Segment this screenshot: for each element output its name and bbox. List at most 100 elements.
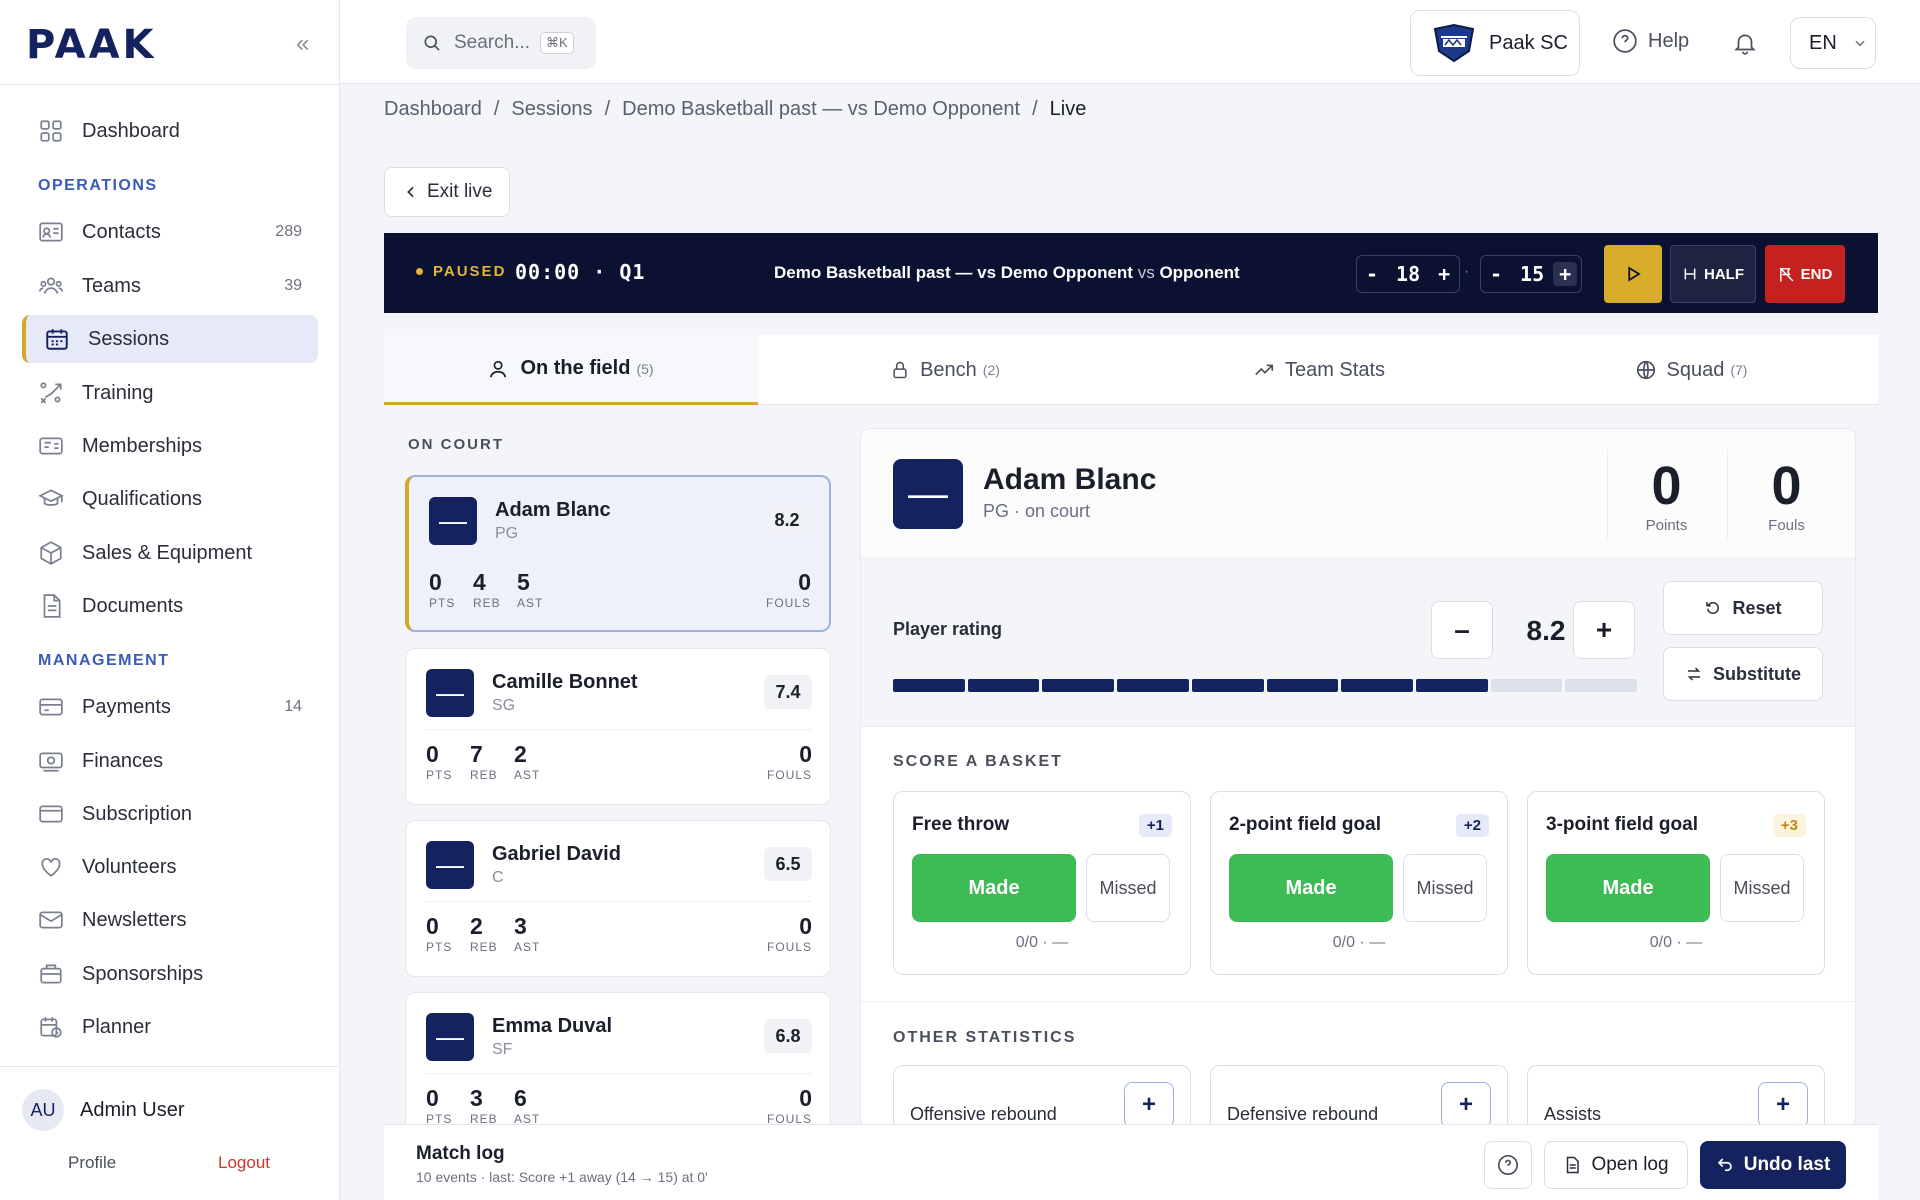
- made-button[interactable]: Made: [912, 854, 1076, 922]
- help-button[interactable]: Help: [1612, 28, 1689, 54]
- increment-button[interactable]: +: [1441, 1082, 1491, 1127]
- sidebar-item-teams[interactable]: Teams 39: [22, 262, 318, 310]
- play-button[interactable]: [1604, 245, 1662, 303]
- sidebar-item-documents[interactable]: Documents: [22, 582, 318, 630]
- shot-title: Free throw: [912, 814, 1010, 835]
- section-management: MANAGEMENT: [38, 652, 170, 669]
- sidebar-item-sponsorships[interactable]: Sponsorships: [22, 950, 318, 998]
- stat-value: 3: [514, 913, 527, 939]
- player-card[interactable]: — Gabriel David C 6.5 0 PTS 2 REB 3 AST 0 FO…: [405, 820, 831, 977]
- sidebar-item-subscription[interactable]: Subscription: [22, 790, 318, 838]
- sidebar-item-contacts[interactable]: Contacts 289: [22, 208, 318, 256]
- rating-decrease-button[interactable]: –: [1431, 601, 1493, 659]
- away-score-minus-button[interactable]: -: [1481, 262, 1511, 286]
- substitute-button[interactable]: Substitute: [1663, 647, 1823, 701]
- vs-label: vs: [1137, 263, 1155, 282]
- strategy-icon: [40, 382, 62, 404]
- sidebar-item-dashboard[interactable]: Dashboard: [22, 107, 318, 155]
- home-score-minus-button[interactable]: -: [1357, 262, 1387, 286]
- missed-button[interactable]: Missed: [1403, 854, 1487, 922]
- shot-card-2pt: 2-point field goal +2 Made Missed 0/0 · …: [1210, 791, 1508, 975]
- shot-percentage: 0/0 · —: [1649, 934, 1703, 951]
- undo-last-button[interactable]: Undo last: [1700, 1141, 1846, 1189]
- club-switcher[interactable]: Paak SC: [1410, 10, 1580, 76]
- rating-increase-button[interactable]: +: [1573, 601, 1635, 659]
- player-card[interactable]: — Camille Bonnet SG 7.4 0 PTS 7 REB 2 AST 0…: [405, 648, 831, 805]
- player-card[interactable]: — Adam Blanc PG 8.2 0 PTS 4 REB 5 AST 0 FOUL…: [405, 475, 831, 632]
- stat-label: AST: [514, 940, 541, 954]
- stat-label: PTS: [426, 940, 453, 954]
- sidebar-item-label: Subscription: [82, 802, 193, 825]
- split-icon: [1684, 268, 1696, 280]
- breadcrumb-separator: /: [604, 98, 611, 120]
- made-button[interactable]: Made: [1229, 854, 1393, 922]
- trending-up-icon: [1255, 364, 1274, 376]
- tab-bench[interactable]: Bench (2): [758, 335, 1132, 405]
- sidebar-item-finances[interactable]: Finances: [22, 737, 318, 785]
- missed-button[interactable]: Missed: [1720, 854, 1804, 922]
- end-button[interactable]: END: [1765, 245, 1845, 303]
- rating-segment: [1415, 679, 1488, 692]
- sidebar-item-sessions[interactable]: Sessions: [22, 315, 318, 363]
- collapse-sidebar-icon[interactable]: «: [296, 30, 309, 58]
- sidebar-divider: [0, 84, 340, 85]
- tab-on-the-field[interactable]: On the field (5): [384, 335, 758, 405]
- sidebar-item-qualifications[interactable]: Qualifications: [22, 475, 318, 523]
- sidebar-item-memberships[interactable]: Memberships: [22, 422, 318, 470]
- app-logo[interactable]: PAAK: [26, 22, 157, 68]
- player-subtitle: PG · on court: [983, 501, 1091, 521]
- home-score-plus-button[interactable]: +: [1429, 262, 1459, 286]
- open-log-button[interactable]: Open log: [1544, 1141, 1688, 1189]
- away-score-plus-button[interactable]: +: [1553, 262, 1578, 286]
- user-panel: AU Admin User Profile Logout: [0, 1066, 340, 1200]
- breadcrumb-sessions[interactable]: Sessions: [511, 98, 592, 121]
- sidebar-item-label: Sponsorships: [82, 962, 204, 985]
- profile-link[interactable]: Profile: [68, 1153, 116, 1173]
- match-log-summary: 10 events · last: Score +1 away (14 → 15…: [416, 1169, 708, 1185]
- stat-label: REB: [470, 768, 498, 782]
- sidebar-item-newsletters[interactable]: Newsletters: [22, 896, 318, 944]
- stat-points: 0 PTS: [426, 741, 452, 782]
- stat-value: 0: [798, 569, 811, 595]
- player-position: PG: [495, 525, 519, 542]
- player-card[interactable]: — Emma Duval SF 6.8 0 PTS 3 REB 6 AST 0 FOUL…: [405, 992, 831, 1126]
- missed-button[interactable]: Missed: [1086, 854, 1170, 922]
- shot-title: 3-point field goal: [1546, 814, 1698, 835]
- sidebar-item-sales-equipment[interactable]: Sales & Equipment: [22, 529, 318, 577]
- status-label: PAUSED: [433, 263, 507, 280]
- breadcrumb-dashboard[interactable]: Dashboard: [384, 98, 482, 121]
- tab-label: Squad: [1666, 358, 1725, 381]
- breadcrumb-session[interactable]: Demo Basketball past — vs Demo Opponent: [622, 98, 1020, 121]
- logout-link[interactable]: Logout: [218, 1153, 270, 1173]
- log-help-button[interactable]: [1484, 1141, 1532, 1189]
- language-select[interactable]: EN: [1790, 17, 1876, 69]
- exit-live-label: Exit live: [427, 181, 493, 202]
- increment-button[interactable]: +: [1124, 1082, 1174, 1127]
- sidebar-item-payments[interactable]: Payments 14: [22, 683, 318, 731]
- section-divider: [861, 1001, 1855, 1002]
- player-detail-header: — Adam Blanc PG · on court 0 Points 0 Foul…: [861, 429, 1855, 559]
- half-button[interactable]: HALF: [1670, 245, 1756, 303]
- search-input[interactable]: Search... ⌘K: [406, 17, 596, 69]
- increment-button[interactable]: +: [1758, 1082, 1808, 1127]
- stat-label: AST: [517, 596, 544, 610]
- top-bar: Search... ⌘K Paak SC Help EN: [340, 0, 1920, 84]
- tab-squad[interactable]: Squad (7): [1504, 335, 1878, 405]
- tab-team-stats[interactable]: Team Stats: [1132, 335, 1506, 405]
- player-name: Adam Blanc: [495, 499, 611, 521]
- sidebar-item-planner[interactable]: Planner: [22, 1003, 318, 1051]
- made-button[interactable]: Made: [1546, 854, 1710, 922]
- sidebar-item-training[interactable]: Training: [22, 369, 318, 417]
- rating-segment: [1042, 679, 1115, 692]
- count-badge: 14: [284, 698, 302, 715]
- exit-live-button[interactable]: Exit live: [384, 167, 510, 217]
- search-shortcut: ⌘K: [540, 32, 574, 54]
- sidebar-item-label: Payments: [82, 695, 171, 718]
- avatar[interactable]: AU: [22, 1089, 64, 1131]
- player-name: Gabriel David: [492, 843, 621, 865]
- reset-button[interactable]: Reset: [1663, 581, 1823, 635]
- notifications-bell-icon[interactable]: [1732, 30, 1758, 56]
- sidebar-item-volunteers[interactable]: Volunteers: [22, 843, 318, 891]
- match-title: Demo Basketball past — vs Demo Opponent …: [774, 263, 1240, 283]
- home-score: 18: [1396, 262, 1421, 286]
